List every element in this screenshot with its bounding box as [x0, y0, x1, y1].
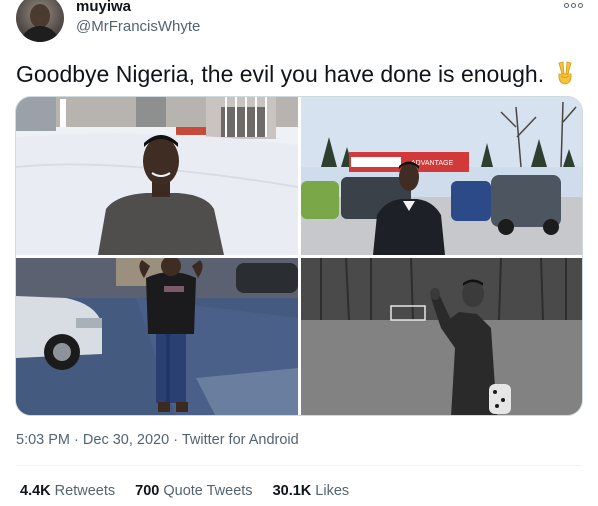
- more-options-icon[interactable]: [562, 0, 584, 12]
- likes-count: 30.1K: [272, 483, 312, 499]
- tweet-source[interactable]: Twitter for Android: [182, 432, 299, 448]
- likes-label: Likes: [315, 483, 350, 499]
- quotes-count: 700: [135, 483, 160, 499]
- display-name[interactable]: muyiwa: [76, 0, 131, 15]
- tweet-date[interactable]: Dec 30, 2020: [83, 432, 169, 448]
- retweets-count: 4.4K: [20, 483, 51, 499]
- tweet-text: Goodbye Nigeria, the evil you have done …: [16, 60, 576, 91]
- quotes-label: Quote Tweets: [163, 483, 253, 499]
- victory-hand-emoji-icon: [554, 61, 576, 91]
- divider: [16, 465, 582, 466]
- man-on-icy-street-photo[interactable]: [16, 258, 298, 415]
- tweet-meta: 5:03 PM · Dec 30, 2020 · Twitter for And…: [16, 432, 299, 448]
- man-on-field-photo[interactable]: [301, 258, 582, 415]
- man-in-snow-photo[interactable]: [16, 97, 298, 255]
- meta-separator: ·: [74, 432, 79, 448]
- quote-tweets-stat[interactable]: 700 Quote Tweets: [135, 483, 252, 499]
- meta-separator: ·: [173, 432, 179, 448]
- tweet-header: muyiwa @MrFrancisWhyte: [16, 0, 598, 44]
- man-in-parking-lot-photo[interactable]: ADVANTAGE: [301, 97, 582, 255]
- retweets-stat[interactable]: 4.4K Retweets: [20, 483, 115, 499]
- media-grid: ADVANTAGE: [15, 96, 583, 416]
- user-handle[interactable]: @MrFrancisWhyte: [76, 18, 200, 35]
- tweet-time[interactable]: 5:03 PM: [16, 432, 70, 448]
- avatar[interactable]: [16, 0, 64, 42]
- tweet-stats: 4.4K Retweets 700 Quote Tweets 30.1K Lik…: [20, 483, 349, 499]
- tweet-body: Goodbye Nigeria, the evil you have done …: [16, 61, 545, 87]
- likes-stat[interactable]: 30.1K Likes: [273, 483, 350, 499]
- retweets-label: Retweets: [54, 483, 116, 499]
